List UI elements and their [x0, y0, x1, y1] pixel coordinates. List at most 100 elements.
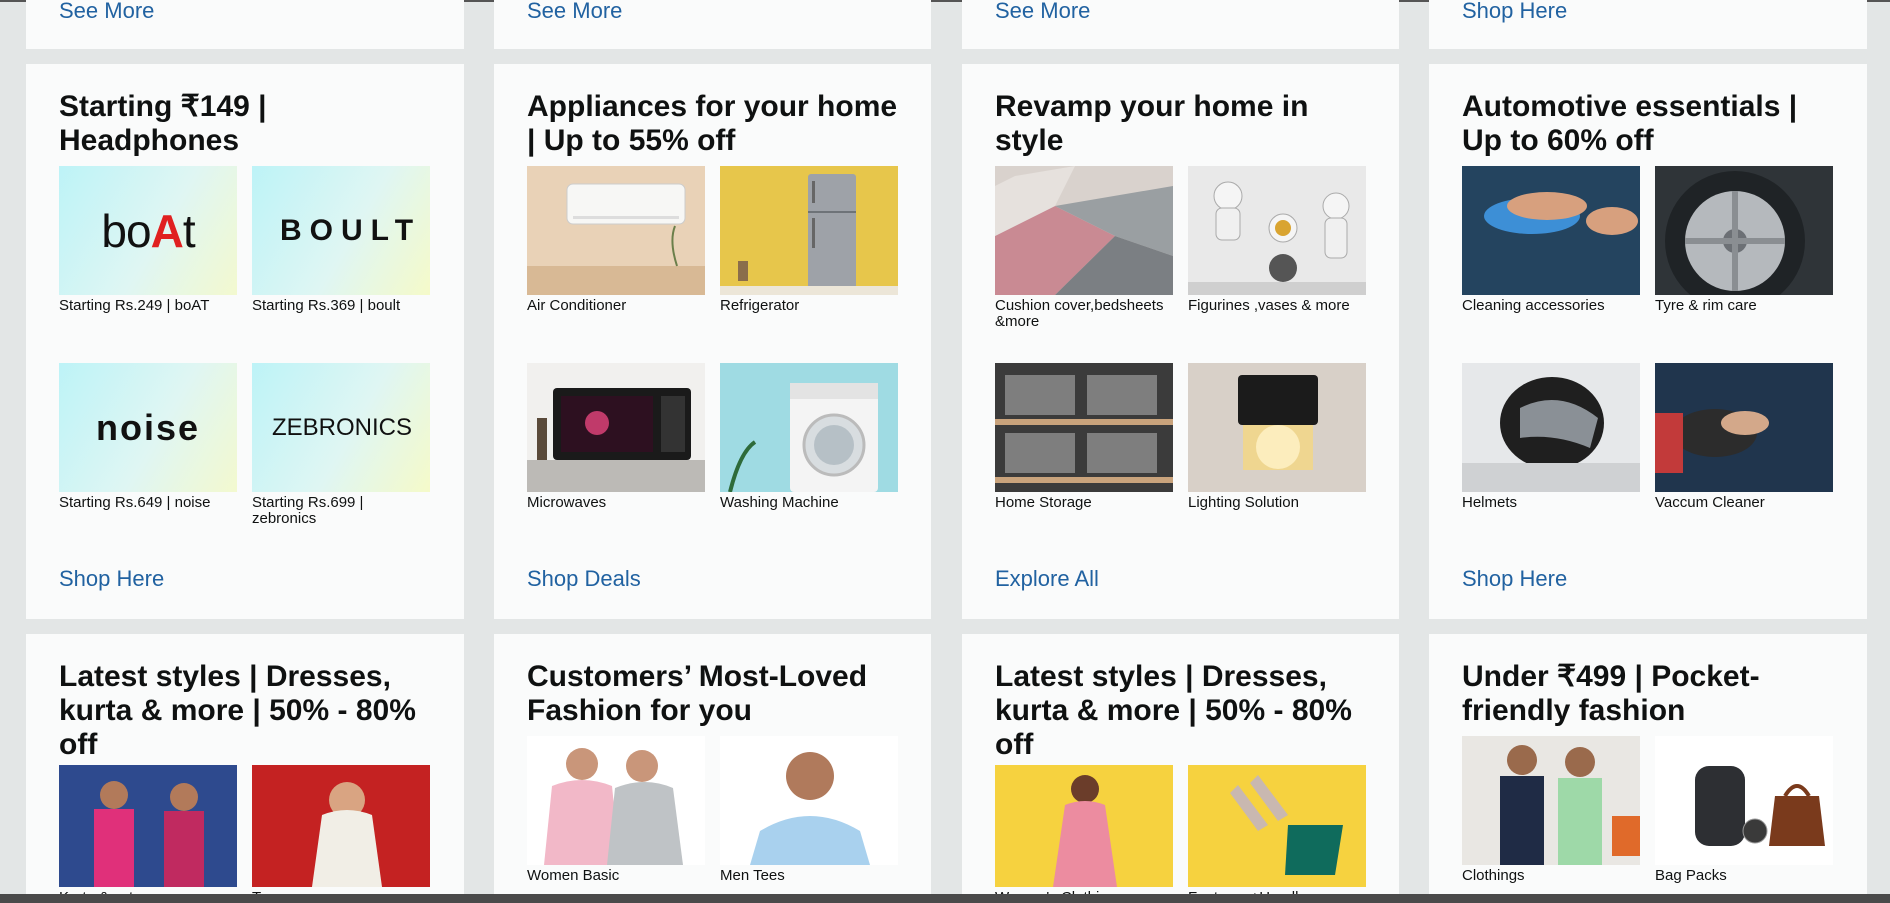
tile-lighting[interactable]: Lighting Solution — [1188, 363, 1366, 511]
tile-noise[interactable]: noise Starting Rs.649 | noise — [59, 363, 237, 511]
helmet-image[interactable] — [1462, 363, 1640, 492]
storage-shelf-image[interactable] — [995, 363, 1173, 492]
pocket-friendly-card: Under ₹499 | Pocket-friendly fashion Clo… — [1429, 634, 1867, 903]
tile-clothings[interactable]: Clothings — [1462, 736, 1640, 884]
see-more-link[interactable]: See More — [527, 0, 622, 24]
tile-label: Vaccum Cleaner — [1655, 494, 1765, 511]
women-basic-image[interactable] — [527, 736, 705, 865]
tile-washing-machine[interactable]: Washing Machine — [720, 363, 898, 511]
rug-icon — [995, 166, 1173, 295]
womens-clothing-image[interactable] — [995, 765, 1173, 887]
tile-womens-clothing[interactable]: Women's Clothing — [995, 765, 1173, 903]
tile-men-tees[interactable]: Men Tees — [720, 736, 898, 884]
card-title: Starting ₹149 | Headphones — [59, 90, 267, 157]
astronaut-figurines-image[interactable] — [1188, 166, 1366, 295]
tile-label: Cleaning accessories — [1462, 297, 1605, 314]
boat-logo-text: boAt — [101, 204, 195, 257]
latest-styles-card-2: Latest styles | Dresses, kurta & more | … — [962, 634, 1399, 903]
helmet-icon — [1462, 377, 1640, 492]
tile-label: Starting Rs.369 | boult — [252, 297, 401, 314]
footwear-handbags-image[interactable] — [1188, 765, 1366, 887]
boat-logo[interactable]: boAt — [59, 166, 237, 295]
tile-label: Cushion cover,bedsheets &more — [995, 297, 1164, 330]
tops-image[interactable] — [252, 765, 430, 887]
tile-label: Starting Rs.649 | noise — [59, 494, 211, 511]
car-cleaning-image[interactable] — [1462, 166, 1640, 295]
see-more-link[interactable]: See More — [995, 0, 1090, 24]
tyre-rim-icon — [1665, 171, 1805, 295]
tile-cushion-cover[interactable]: Cushion cover,bedsheets &more — [995, 166, 1173, 330]
shop-here-link[interactable]: Shop Here — [1462, 566, 1567, 592]
tile-footwear-handbags[interactable]: Footwear+Handbags — [1188, 765, 1366, 903]
tile-label: Home Storage — [995, 494, 1092, 511]
bag-packs-icon — [1695, 766, 1825, 846]
tile-label: Air Conditioner — [527, 297, 627, 314]
tile-label: Figurines ,vases & more — [1188, 297, 1350, 314]
tile-helmet[interactable]: Helmets — [1462, 363, 1640, 511]
explore-all-link[interactable]: Explore All — [995, 566, 1099, 592]
tile-microwave[interactable]: Microwaves — [527, 363, 705, 511]
tile-label: Starting Rs.699 | zebronics — [252, 494, 364, 527]
wall-lamp-icon — [1238, 375, 1318, 470]
microwave-image[interactable] — [527, 363, 705, 492]
bag-packs-image[interactable] — [1655, 736, 1833, 865]
womens-clothing-icon — [1053, 775, 1117, 887]
tops-icon — [252, 765, 430, 887]
tile-tyre[interactable]: Tyre & rim care — [1655, 166, 1833, 314]
tile-air-conditioner[interactable]: Air Conditioner — [527, 166, 705, 314]
tile-tops[interactable]: Tops — [252, 765, 430, 903]
latest-styles-card: Latest styles | Dresses, kurta & more | … — [26, 634, 464, 903]
card-title: Revamp your home in style — [995, 90, 1309, 157]
tile-refrigerator[interactable]: Refrigerator — [720, 166, 898, 314]
tile-label: Lighting Solution — [1188, 494, 1299, 511]
tile-boat[interactable]: boAt Starting Rs.249 | boAT — [59, 166, 237, 314]
headphones-card: Starting ₹149 | Headphones boAt Starting… — [26, 64, 464, 619]
see-more-link[interactable]: See More — [59, 0, 154, 24]
tile-figurines[interactable]: Figurines ,vases & more — [1188, 166, 1366, 314]
tile-label: Tyre & rim care — [1655, 297, 1757, 314]
tile-label: Starting Rs.249 | boAT — [59, 297, 210, 314]
top-card-2: See More — [494, 0, 931, 49]
tile-label: Washing Machine — [720, 494, 839, 511]
refrigerator-icon — [720, 174, 898, 295]
rug-image[interactable] — [995, 166, 1173, 295]
shop-here-link[interactable]: Shop Here — [59, 566, 164, 592]
air-conditioner-image[interactable] — [527, 166, 705, 295]
shop-deals-link[interactable]: Shop Deals — [527, 566, 641, 592]
tile-bag-packs[interactable]: Bag Packs — [1655, 736, 1833, 884]
kurta-set-image[interactable] — [59, 765, 237, 887]
vacuum-cleaner-image[interactable] — [1655, 363, 1833, 492]
washing-machine-image[interactable] — [720, 363, 898, 492]
women-basic-icon — [544, 748, 683, 865]
noise-logo[interactable]: noise — [59, 363, 237, 492]
tile-zebronics[interactable]: ZEBRONICS Starting Rs.699 | zebronics — [252, 363, 430, 527]
men-tees-icon — [750, 752, 870, 865]
storage-shelf-icon — [995, 363, 1173, 492]
tile-home-storage[interactable]: Home Storage — [995, 363, 1173, 511]
tile-kurta-set[interactable]: Kurta & set — [59, 765, 237, 903]
horizontal-scrollbar[interactable] — [0, 894, 1890, 903]
tyre-rim-image[interactable] — [1655, 166, 1833, 295]
air-conditioner-icon — [527, 183, 705, 295]
clothings-image[interactable] — [1462, 736, 1640, 865]
refrigerator-image[interactable] — [720, 166, 898, 295]
card-title: Latest styles | Dresses, kurta & more | … — [59, 660, 416, 761]
card-title: Under ₹499 | Pocket-friendly fashion — [1462, 660, 1760, 727]
microwave-icon — [527, 388, 705, 492]
zebronics-logo[interactable]: ZEBRONICS — [252, 363, 430, 492]
home-card: Revamp your home in style Cushion cover,… — [962, 64, 1399, 619]
card-title: Appliances for your home | Up to 55% off — [527, 90, 898, 157]
tile-label: Microwaves — [527, 494, 607, 511]
men-tees-image[interactable] — [720, 736, 898, 865]
wall-lamp-image[interactable] — [1188, 363, 1366, 492]
appliances-card: Appliances for your home | Up to 55% off… — [494, 64, 931, 619]
tile-boult[interactable]: BOULT Starting Rs.369 | boult — [252, 166, 430, 314]
tile-label: Refrigerator — [720, 297, 800, 314]
tile-vacuum[interactable]: Vaccum Cleaner — [1655, 363, 1833, 511]
boult-logo[interactable]: BOULT — [252, 166, 430, 295]
astronaut-icon — [1188, 181, 1366, 295]
tile-women-basic[interactable]: Women Basic — [527, 736, 705, 884]
tile-label: Clothings — [1462, 867, 1525, 884]
shop-here-link[interactable]: Shop Here — [1462, 0, 1567, 24]
tile-cleaning[interactable]: Cleaning accessories — [1462, 166, 1640, 314]
